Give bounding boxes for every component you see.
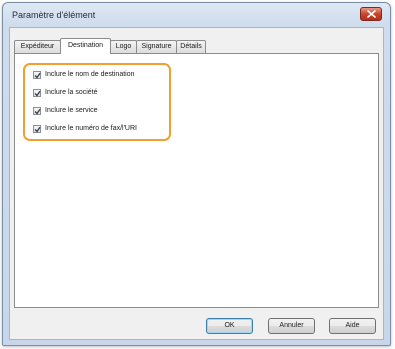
tab-label: Destination bbox=[67, 42, 104, 49]
tab-expediteur[interactable]: Expéditeur bbox=[14, 40, 61, 53]
checkmark-icon bbox=[34, 90, 41, 97]
close-icon bbox=[367, 10, 376, 18]
destination-panel: Inclure le nom de destination Inclure la… bbox=[14, 53, 379, 308]
cancel-button[interactable]: Annuler bbox=[268, 318, 315, 334]
help-button[interactable]: Aide bbox=[329, 318, 376, 334]
checkbox[interactable] bbox=[33, 125, 41, 133]
option-label: Inclure le service bbox=[45, 107, 98, 114]
option-label: Inclure le numéro de fax/l'URI bbox=[45, 125, 137, 132]
tab-destination[interactable]: Destination bbox=[60, 38, 111, 54]
close-button[interactable] bbox=[360, 7, 382, 21]
tab-label: Expéditeur bbox=[20, 43, 55, 50]
checkbox[interactable] bbox=[33, 71, 41, 79]
title-bar[interactable]: Paramètre d'élément bbox=[3, 3, 390, 27]
tab-label: Détails bbox=[180, 43, 202, 50]
checkmark-icon bbox=[34, 108, 41, 115]
window-title: Paramètre d'élément bbox=[12, 10, 96, 20]
option-label: Inclure le nom de destination bbox=[45, 71, 135, 78]
dialog-window: Paramètre d'élément Expéditeur Destinati… bbox=[2, 2, 391, 346]
option-label: Inclure la société bbox=[45, 89, 98, 96]
checkbox[interactable] bbox=[33, 89, 41, 97]
dialog-content: Expéditeur Destination Logo Signature Dé… bbox=[9, 27, 384, 340]
checkmark-icon bbox=[34, 126, 41, 133]
tab-logo[interactable]: Logo bbox=[110, 40, 137, 53]
checkbox[interactable] bbox=[33, 107, 41, 115]
tab-label: Logo bbox=[115, 43, 132, 50]
checkmark-icon bbox=[34, 72, 41, 79]
ok-button[interactable]: OK bbox=[206, 318, 253, 334]
tab-label: Signature bbox=[141, 43, 172, 50]
tab-details[interactable]: Détails bbox=[176, 40, 206, 53]
tab-signature[interactable]: Signature bbox=[136, 40, 177, 53]
